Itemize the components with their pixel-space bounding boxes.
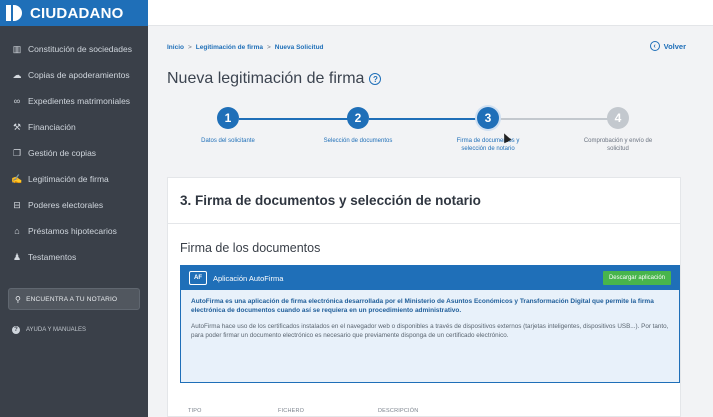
sidebar-item-legitimacion[interactable]: ✍ Legitimación de firma bbox=[0, 166, 148, 192]
signature-icon: ✍ bbox=[11, 173, 23, 184]
breadcrumb-item-inicio[interactable]: Inicio bbox=[167, 44, 184, 51]
breadcrumb-item-legitimacion[interactable]: Legitimación de firma bbox=[196, 44, 263, 51]
sidebar-item-constitucion[interactable]: ▥ Constitución de sociedades bbox=[0, 36, 148, 62]
step-1-label: Datos del solicitante bbox=[201, 138, 255, 144]
documents-table-header: TIPO FICHERO DESCRIPCIÓN bbox=[168, 403, 682, 417]
help-link[interactable]: ? AYUDA Y MANUALES bbox=[0, 326, 148, 334]
sidebar-item-prestamos[interactable]: ⌂ Préstamos hipotecarios bbox=[0, 218, 148, 244]
step-connector bbox=[239, 118, 358, 120]
sidebar-item-matrimoniales[interactable]: ∞ Expedientes matrimoniales bbox=[0, 88, 148, 114]
page-title-text: Nueva legitimación de firma bbox=[167, 70, 365, 87]
sidebar-item-label: Financiación bbox=[28, 122, 76, 132]
brand-title: CIUDADANO bbox=[30, 4, 124, 22]
autofirma-header: AF Aplicación AutoFirma Descargar aplica… bbox=[181, 266, 679, 290]
sidebar: CIUDADANO ▥ Constitución de sociedades ☁… bbox=[0, 0, 148, 417]
autofirma-logo-icon: AF bbox=[189, 271, 207, 285]
step-1-circle[interactable]: 1 bbox=[217, 107, 239, 129]
download-app-button[interactable]: Descargar aplicación bbox=[602, 271, 671, 285]
sidebar-item-financiacion[interactable]: ⚒ Financiación bbox=[0, 114, 148, 140]
ballot-icon: ⊟ bbox=[13, 199, 21, 210]
step-connector bbox=[369, 118, 488, 120]
back-label: Volver bbox=[663, 41, 686, 51]
back-button[interactable]: ‹ Volver bbox=[649, 41, 686, 51]
back-arrow-icon: ‹ bbox=[649, 41, 660, 51]
sidebar-item-label: Expedientes matrimoniales bbox=[28, 96, 131, 106]
sidebar-item-label: Constitución de sociedades bbox=[28, 44, 132, 54]
sidebar-item-poderes[interactable]: ⊟ Poderes electorales bbox=[0, 192, 148, 218]
help-icon: ? bbox=[12, 326, 20, 334]
sidebar-item-testamentos[interactable]: ♟ Testamentos bbox=[0, 244, 148, 270]
sidebar-nav: ▥ Constitución de sociedades ☁ Copias de… bbox=[0, 26, 148, 270]
find-notary-button[interactable]: ⚲ ENCUENTRA A TU NOTARIO bbox=[8, 288, 140, 310]
copy-icon: ❐ bbox=[12, 147, 22, 158]
card-subtitle: Firma de los documentos bbox=[180, 241, 321, 255]
sidebar-item-label: Préstamos hipotecarios bbox=[28, 226, 117, 236]
breadcrumb-item-nueva: Nueva Solicitud bbox=[274, 44, 324, 51]
sidebar-item-label: Gestión de copias bbox=[28, 148, 97, 158]
help-label: AYUDA Y MANUALES bbox=[26, 327, 87, 333]
sidebar-item-label: Legitimación de firma bbox=[28, 174, 109, 184]
autofirma-description-bold: AutoFirma es una aplicación de firma ele… bbox=[191, 298, 654, 314]
sidebar-item-label: Poderes electorales bbox=[28, 200, 104, 210]
house-icon: ⌂ bbox=[14, 226, 20, 236]
form-card: 3. Firma de documentos y selección de no… bbox=[167, 177, 681, 417]
breadcrumb-separator: > bbox=[266, 44, 271, 51]
step-4-label: Comprobación y envío de solicitud bbox=[583, 138, 653, 152]
breadcrumb-separator: > bbox=[187, 44, 192, 51]
step-4-circle: 4 bbox=[607, 107, 629, 129]
step-3-circle[interactable]: 3 bbox=[477, 107, 499, 129]
step-connector bbox=[499, 118, 618, 120]
page-title: Nueva legitimación de firma ? bbox=[167, 70, 382, 88]
sidebar-item-label: Testamentos bbox=[28, 252, 77, 262]
card-header: 3. Firma de documentos y selección de no… bbox=[168, 178, 680, 224]
cloud-icon: ☁ bbox=[12, 69, 22, 80]
autofirma-body: AutoFirma es una aplicación de firma ele… bbox=[181, 290, 679, 340]
sidebar-item-copias[interactable]: ❐ Gestión de copias bbox=[0, 140, 148, 166]
search-icon: ⚲ bbox=[15, 294, 22, 304]
people-icon: ♟ bbox=[12, 251, 22, 262]
question-icon[interactable]: ? bbox=[369, 73, 382, 85]
stepper: 1 2 3 4 Datos del solicitante Selección … bbox=[173, 107, 683, 167]
column-descripcion: DESCRIPCIÓN bbox=[378, 408, 419, 414]
hammer-icon: ⚒ bbox=[12, 121, 22, 132]
top-bar bbox=[148, 0, 713, 26]
column-fichero: FICHERO bbox=[278, 408, 305, 414]
autofirma-description: AutoFirma hace uso de los certificados i… bbox=[191, 323, 669, 339]
column-tipo: TIPO bbox=[188, 408, 202, 414]
step-3-label: Firma de documentos y selección de notar… bbox=[456, 138, 520, 152]
find-notary-label: ENCUENTRA A TU NOTARIO bbox=[26, 295, 118, 303]
autofirma-title: Aplicación AutoFirma bbox=[213, 273, 284, 283]
main-content: Inicio > Legitimación de firma > Nueva Solic… bbox=[148, 27, 713, 417]
brand-header[interactable]: CIUDADANO bbox=[0, 0, 148, 26]
sidebar-item-apoderamientos[interactable]: ☁ Copias de apoderamientos bbox=[0, 62, 148, 88]
step-2-label: Selección de documentos bbox=[323, 138, 393, 144]
rings-icon: ∞ bbox=[13, 96, 21, 106]
building-icon: ▥ bbox=[12, 43, 22, 54]
breadcrumb: Inicio > Legitimación de firma > Nueva Solic… bbox=[167, 44, 324, 51]
sidebar-item-label: Copias de apoderamientos bbox=[28, 70, 130, 80]
brand-logo-icon bbox=[6, 5, 24, 21]
step-2-circle[interactable]: 2 bbox=[347, 107, 369, 129]
autofirma-panel: AF Aplicación AutoFirma Descargar aplica… bbox=[180, 265, 680, 383]
